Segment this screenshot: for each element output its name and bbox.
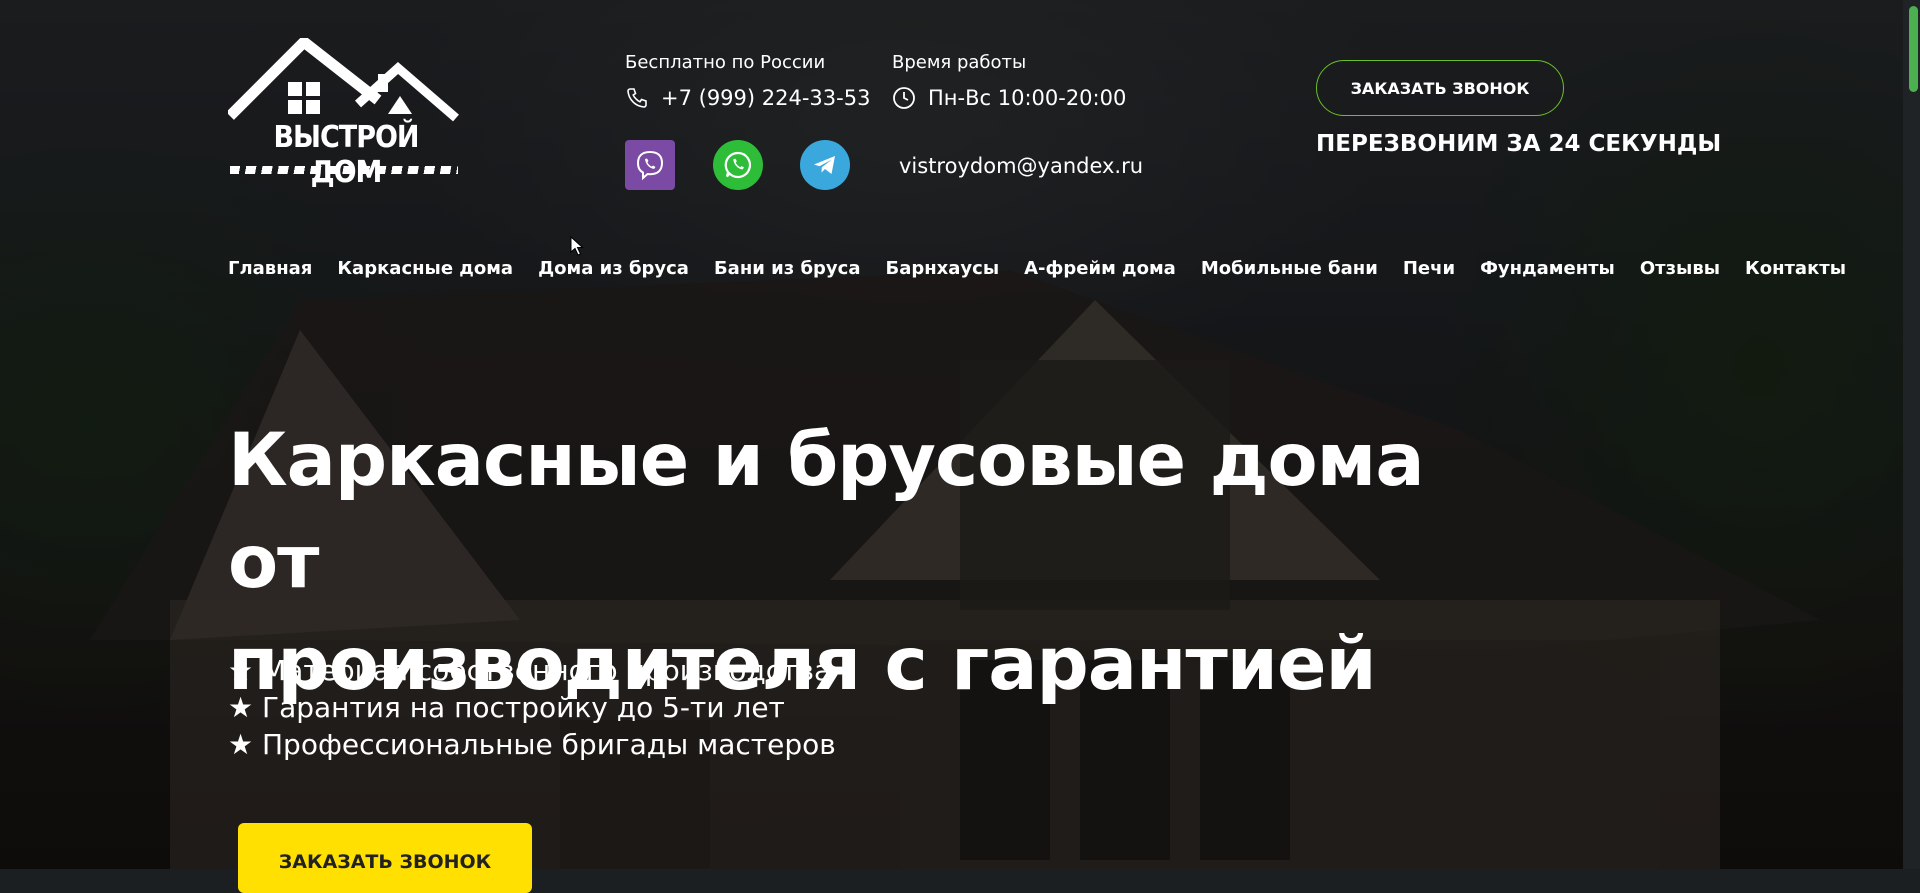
feature-item: ★ Материал собственного производства [228,654,832,687]
feature-item: ★ Гарантия на постройку до 5-ти лет [228,691,785,724]
nav-item-stoves[interactable]: Печи [1403,258,1455,279]
clock-icon [893,87,915,109]
free-call-label: Бесплатно по России [625,52,826,73]
main-nav: Главная Каркасные дома Дома из бруса Бан… [228,258,1846,279]
nav-item-timber-saunas[interactable]: Бани из бруса [714,258,861,279]
nav-item-frame-houses[interactable]: Каркасные дома [337,258,513,279]
hero-title-line-1: Каркасные и брусовые дома от [228,418,1425,605]
callback-note: ПЕРЕЗВОНИМ ЗА 24 СЕКУНДЫ [1316,131,1722,157]
hours-line: Пн-Вс 10:00-20:00 [892,86,1126,110]
email-link[interactable]: vistroydom@yandex.ru [899,154,1143,178]
phone-icon [627,88,647,108]
scrollbar-track[interactable] [1903,0,1920,869]
hours-label: Время работы [892,52,1027,73]
scrollbar-thumb[interactable] [1909,6,1918,92]
phone-number[interactable]: +7 (999) 224-33-53 [661,86,870,110]
phone-line[interactable]: +7 (999) 224-33-53 [625,86,870,110]
telegram-icon[interactable] [800,140,850,190]
working-hours: Пн-Вс 10:00-20:00 [928,86,1127,110]
whatsapp-icon[interactable] [713,140,763,190]
order-call-button[interactable]: ЗАКАЗАТЬ ЗВОНОК [1316,60,1564,116]
nav-item-timber-houses[interactable]: Дома из бруса [538,258,689,279]
logo-stripes [230,166,458,174]
viber-icon[interactable] [625,140,675,190]
nav-item-contacts[interactable]: Контакты [1745,258,1846,279]
site-logo[interactable]: ВЫСТРОЙ ДОМ [226,34,462,190]
nav-item-reviews[interactable]: Отзывы [1640,258,1720,279]
feature-item: ★ Профессиональные бригады мастеров [228,728,836,761]
logo-text: ВЫСТРОЙ ДОМ [273,120,419,190]
mouse-cursor-icon [570,236,584,256]
nav-item-barnhouses[interactable]: Барнхаусы [885,258,999,279]
house-roof-icon [226,34,459,122]
nav-item-foundations[interactable]: Фундаменты [1480,258,1615,279]
hero-features: ★ Материал собственного производства ★ Г… [228,652,836,763]
nav-item-a-frame[interactable]: А-фрейм дома [1024,258,1176,279]
nav-item-home[interactable]: Главная [228,258,312,279]
hero-order-call-button[interactable]: ЗАКАЗАТЬ ЗВОНОК [238,823,532,893]
nav-item-mobile-saunas[interactable]: Мобильные бани [1201,258,1378,279]
